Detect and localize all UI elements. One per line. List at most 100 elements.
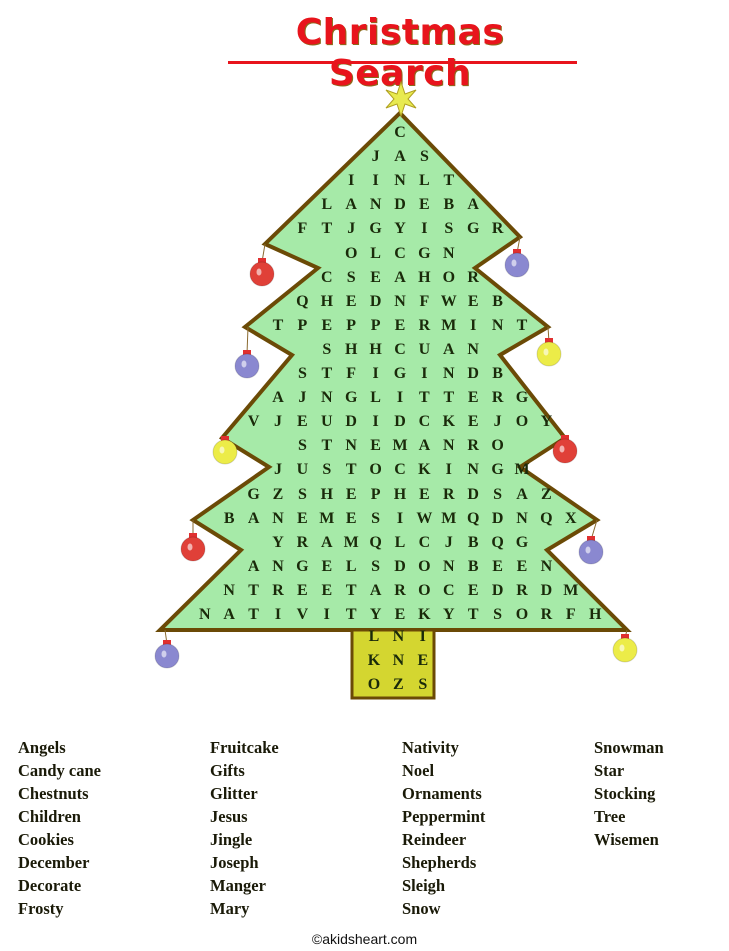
grid-letter[interactable]: Y [388, 220, 412, 238]
grid-letter[interactable]: T [412, 389, 436, 407]
grid-letter[interactable]: N [388, 293, 412, 311]
grid-letter[interactable]: S [364, 510, 388, 528]
grid-letter[interactable]: E [461, 582, 485, 600]
grid-letter[interactable]: S [315, 461, 339, 479]
grid-letter[interactable]: N [266, 510, 290, 528]
grid-letter[interactable]: T [242, 606, 266, 624]
grid-letter[interactable]: S [486, 486, 510, 504]
grid-letter[interactable]: E [412, 196, 436, 214]
grid-letter[interactable]: A [242, 510, 266, 528]
grid-letter[interactable]: T [266, 317, 290, 335]
grid-letter[interactable]: T [315, 220, 339, 238]
grid-letter[interactable]: T [242, 582, 266, 600]
grid-letter[interactable]: D [388, 196, 412, 214]
grid-letter[interactable]: O [412, 558, 436, 576]
grid-letter[interactable]: D [486, 582, 510, 600]
grid-letter[interactable]: E [388, 317, 412, 335]
grid-letter[interactable]: D [364, 293, 388, 311]
grid-letter[interactable]: O [510, 413, 534, 431]
grid-letter[interactable]: B [461, 558, 485, 576]
grid-letter[interactable]: A [437, 341, 461, 359]
grid-letter[interactable]: T [339, 461, 363, 479]
grid-letter[interactable]: X [559, 510, 583, 528]
grid-letter[interactable]: S [412, 148, 436, 166]
grid-letter[interactable]: D [486, 510, 510, 528]
grid-letter[interactable]: E [339, 510, 363, 528]
grid-letter[interactable]: L [364, 245, 388, 263]
grid-letter[interactable]: E [290, 510, 314, 528]
trunk-letter[interactable]: Z [386, 676, 410, 694]
grid-letter[interactable]: J [290, 389, 314, 407]
grid-letter[interactable]: S [339, 269, 363, 287]
grid-letter[interactable]: E [461, 413, 485, 431]
grid-letter[interactable]: W [412, 510, 436, 528]
grid-letter[interactable]: A [461, 196, 485, 214]
grid-letter[interactable]: L [315, 196, 339, 214]
grid-letter[interactable]: O [412, 582, 436, 600]
grid-letter[interactable]: O [437, 269, 461, 287]
grid-letter[interactable]: D [388, 413, 412, 431]
grid-letter[interactable]: G [510, 534, 534, 552]
grid-letter[interactable]: M [559, 582, 583, 600]
grid-letter[interactable]: H [315, 293, 339, 311]
grid-letter[interactable]: F [559, 606, 583, 624]
grid-letter[interactable]: O [486, 437, 510, 455]
grid-letter[interactable]: Z [266, 486, 290, 504]
grid-letter[interactable]: E [339, 293, 363, 311]
grid-letter[interactable]: D [461, 365, 485, 383]
grid-letter[interactable]: U [315, 413, 339, 431]
grid-letter[interactable]: J [339, 220, 363, 238]
grid-letter[interactable]: G [486, 461, 510, 479]
grid-letter[interactable]: G [412, 245, 436, 263]
grid-letter[interactable]: A [388, 148, 412, 166]
grid-letter[interactable]: G [290, 558, 314, 576]
grid-letter[interactable]: N [486, 317, 510, 335]
grid-letter[interactable]: F [290, 220, 314, 238]
grid-letter[interactable]: A [510, 486, 534, 504]
grid-letter[interactable]: I [412, 365, 436, 383]
grid-letter[interactable]: B [437, 196, 461, 214]
grid-letter[interactable]: U [412, 341, 436, 359]
grid-letter[interactable]: N [461, 341, 485, 359]
grid-letter[interactable]: N [461, 461, 485, 479]
grid-letter[interactable]: R [486, 389, 510, 407]
grid-letter[interactable]: W [437, 293, 461, 311]
grid-letter[interactable]: S [315, 341, 339, 359]
grid-letter[interactable]: S [486, 606, 510, 624]
grid-letter[interactable]: T [437, 172, 461, 190]
grid-letter[interactable]: B [486, 365, 510, 383]
grid-letter[interactable]: H [364, 341, 388, 359]
grid-letter[interactable]: I [364, 365, 388, 383]
grid-letter[interactable]: P [364, 317, 388, 335]
grid-letter[interactable]: R [266, 582, 290, 600]
grid-letter[interactable]: G [339, 389, 363, 407]
grid-letter[interactable]: J [437, 534, 461, 552]
grid-letter[interactable]: N [217, 582, 241, 600]
grid-letter[interactable]: I [339, 172, 363, 190]
grid-letter[interactable]: L [412, 172, 436, 190]
grid-letter[interactable]: C [315, 269, 339, 287]
grid-letter[interactable]: Q [364, 534, 388, 552]
grid-letter[interactable]: M [315, 510, 339, 528]
grid-letter[interactable]: T [510, 317, 534, 335]
grid-letter[interactable]: E [315, 317, 339, 335]
grid-letter[interactable]: E [315, 582, 339, 600]
grid-letter[interactable]: N [193, 606, 217, 624]
grid-letter[interactable]: S [437, 220, 461, 238]
grid-letter[interactable]: R [461, 269, 485, 287]
grid-letter[interactable]: E [290, 413, 314, 431]
grid-letter[interactable]: K [412, 606, 436, 624]
grid-letter[interactable]: T [437, 389, 461, 407]
grid-letter[interactable]: T [315, 365, 339, 383]
grid-letter[interactable]: K [437, 413, 461, 431]
grid-letter[interactable]: N [339, 437, 363, 455]
grid-letter[interactable]: G [242, 486, 266, 504]
grid-letter[interactable]: E [290, 582, 314, 600]
grid-letter[interactable]: R [437, 486, 461, 504]
grid-letter[interactable]: Y [364, 606, 388, 624]
grid-letter[interactable]: G [388, 365, 412, 383]
grid-letter[interactable]: R [510, 582, 534, 600]
grid-letter[interactable]: C [412, 413, 436, 431]
trunk-letter[interactable]: I [411, 628, 435, 646]
grid-letter[interactable]: C [388, 461, 412, 479]
